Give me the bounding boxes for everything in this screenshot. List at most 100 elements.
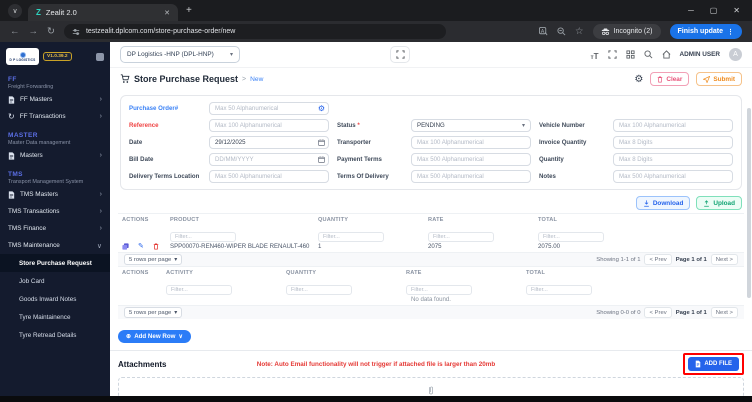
prev-page-button[interactable]: < Prev [644, 307, 672, 318]
next-page-button[interactable]: Next > [710, 307, 738, 318]
new-tab-button[interactable]: + [186, 5, 192, 16]
calendar-icon[interactable] [318, 156, 325, 163]
add-file-button[interactable]: ADD FILE [688, 357, 739, 371]
bill-date-input[interactable] [209, 153, 329, 166]
window-close-icon[interactable]: ✕ [733, 6, 740, 15]
product-filter-input[interactable] [170, 232, 236, 242]
incognito-badge: Incognito (2) [592, 24, 661, 39]
chevron-down-icon: ∨ [178, 333, 183, 340]
expand-icon[interactable] [607, 50, 617, 59]
document-icon [8, 190, 15, 199]
window-maximize-icon[interactable]: ▢ [710, 6, 718, 15]
apps-grid-icon[interactable] [625, 50, 635, 59]
rate-filter-input[interactable] [428, 232, 494, 242]
quantity-filter-input[interactable] [286, 285, 352, 295]
sidebar-item-ff-masters[interactable]: FF Masters › [0, 91, 110, 108]
quantity-filter-input[interactable] [318, 232, 384, 242]
table-row: ✎ SPP00070-REN460-WIPER BLADE RENAULT-46… [118, 240, 744, 252]
page-info: Page 1 of 1 [675, 309, 707, 316]
back-icon[interactable]: ← [10, 26, 20, 37]
browser-tab[interactable]: Z Zealit 2.0 ✕ [28, 4, 178, 21]
payment-terms-input[interactable] [411, 153, 531, 166]
add-file-label: ADD FILE [704, 361, 732, 367]
chevron-right-icon: › [99, 152, 102, 159]
browser-menu-icon[interactable]: ⋮ [727, 28, 734, 36]
status-select[interactable]: PENDING ▾ [411, 119, 531, 132]
company-selector[interactable]: DP Logistics -HNP (DPL-HNP) ▾ [120, 46, 240, 63]
submit-button[interactable]: Submit [696, 72, 742, 86]
edit-icon[interactable]: ✎ [134, 242, 148, 250]
quantity-label: Quantity [539, 156, 564, 163]
transporter-input[interactable] [411, 136, 531, 149]
column-header-activity: ACTIVITY [166, 269, 194, 276]
sidebar-item-label: TMS Finance [8, 225, 47, 232]
vehicle-number-label: Vehicle Number [539, 122, 585, 129]
address-bar[interactable]: testzealit.dplcom.com/store-purchase-ord… [63, 24, 446, 39]
sidebar-item-tms-maintenance[interactable]: TMS Maintenance ∨ [0, 237, 110, 254]
scrollbar[interactable] [747, 108, 751, 298]
reload-icon[interactable]: ↻ [47, 26, 55, 37]
numbering-gear-icon[interactable]: ⚙ [318, 104, 325, 113]
sidebar-item-tyre-retread-details[interactable]: Tyre Retread Details [0, 326, 110, 344]
delivery-terms-location-input[interactable] [209, 170, 329, 183]
sidebar-item-store-purchase-request[interactable]: Store Purchase Request [0, 254, 110, 272]
activity-filter-input[interactable] [166, 285, 232, 295]
rows-per-page-select[interactable]: 5 rows per page ▾ [124, 254, 183, 265]
total-filter-input[interactable] [526, 285, 592, 295]
refresh-icon: ↻ [8, 112, 15, 121]
tab-close-icon[interactable]: ✕ [164, 9, 170, 17]
fullscreen-toggle[interactable] [390, 46, 410, 63]
document-icon [8, 95, 15, 104]
delete-icon[interactable] [153, 243, 159, 250]
forward-icon[interactable]: → [29, 26, 39, 37]
chevron-down-icon: ∨ [96, 242, 102, 250]
copy-icon[interactable] [122, 242, 129, 250]
sidebar-item-tms-masters[interactable]: TMS Masters › [0, 186, 110, 203]
clear-button[interactable]: Clear [650, 72, 690, 86]
invoice-quantity-input[interactable] [613, 136, 733, 149]
font-size-icon[interactable]: тT [591, 46, 599, 64]
notes-input[interactable] [613, 170, 733, 183]
rows-per-page-select[interactable]: 5 rows per page ▾ [124, 307, 183, 318]
reference-input[interactable] [209, 119, 329, 132]
window-minimize-icon[interactable]: ─ [688, 6, 694, 15]
tab-search-icon[interactable]: ∨ [8, 3, 22, 18]
sidebar-item-goods-inward-notes[interactable]: Goods Inward Notes [0, 290, 110, 308]
attachments-dropzone[interactable]: No attachments found. Click 'Add File' t… [118, 377, 744, 396]
terms-of-delivery-input[interactable] [411, 170, 531, 183]
sidebar-collapse-icon[interactable] [96, 52, 104, 61]
total-filter-input[interactable] [538, 232, 604, 242]
group-title-master: MASTER [8, 132, 38, 139]
translate-icon[interactable]: A [539, 27, 548, 36]
download-button[interactable]: Download [635, 196, 691, 210]
vehicle-number-input[interactable] [613, 119, 733, 132]
next-page-button[interactable]: Next > [710, 254, 738, 265]
sidebar-item-job-card[interactable]: Job Card [0, 272, 110, 290]
search-icon[interactable] [643, 50, 653, 59]
sidebar-item-tms-finance[interactable]: TMS Finance › [0, 220, 110, 237]
sidebar-item-masters[interactable]: Masters › [0, 147, 110, 164]
bookmark-star-icon[interactable]: ☆ [575, 26, 584, 37]
sidebar-item-ff-transactions[interactable]: ↻ FF Transactions › [0, 108, 110, 125]
column-header-quantity: QUANTITY [318, 216, 349, 223]
site-settings-icon[interactable] [72, 28, 80, 36]
purchase-order-input[interactable] [209, 102, 329, 115]
cell-total: 2075.00 [538, 242, 561, 250]
date-input[interactable] [209, 136, 329, 149]
quantity-input[interactable] [613, 153, 733, 166]
sidebar-item-tms-transactions[interactable]: TMS Transactions › [0, 203, 110, 220]
home-icon[interactable] [662, 50, 671, 59]
zoom-icon[interactable] [557, 27, 566, 36]
add-new-row-button[interactable]: ⊕ Add New Row ∨ [118, 330, 191, 343]
column-header-product: PRODUCT [170, 216, 200, 223]
calendar-icon[interactable] [318, 139, 325, 146]
finish-update-button[interactable]: Finish update ⋮ [669, 24, 742, 39]
purchase-order-label: Purchase Order# [129, 105, 179, 112]
avatar[interactable]: A [729, 48, 742, 61]
prev-page-button[interactable]: < Prev [644, 254, 672, 265]
attachments-note: Note: Auto Email functionality will not … [256, 360, 496, 368]
upload-button[interactable]: Upload [696, 196, 742, 210]
settings-gear-icon[interactable]: ⚙ [634, 74, 643, 85]
rate-filter-input[interactable] [406, 285, 472, 295]
sidebar-item-tyre-maintainence[interactable]: Tyre Maintainence [0, 308, 110, 326]
